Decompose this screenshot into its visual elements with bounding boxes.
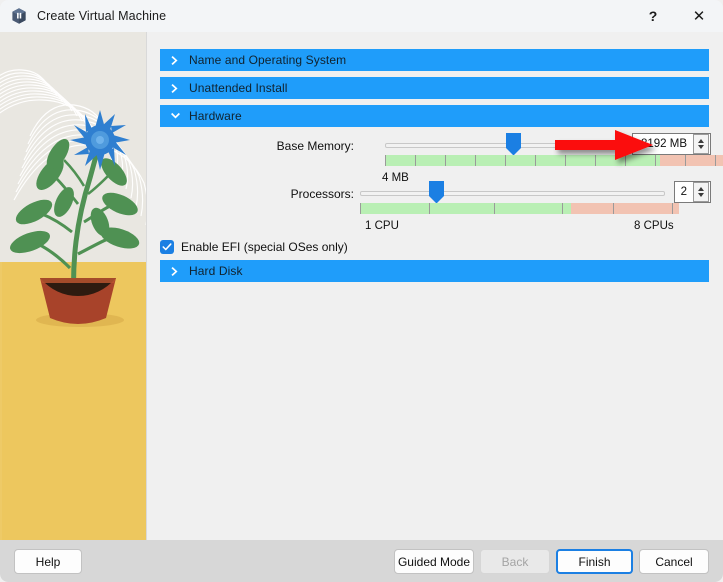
processors-max-label: 8 CPUs: [634, 220, 674, 232]
scale-tick: [715, 155, 716, 166]
back-button: Back: [480, 549, 550, 574]
scale-tick: [429, 203, 430, 214]
scale-tick: [494, 203, 495, 214]
cancel-button[interactable]: Cancel: [639, 549, 709, 574]
scale-tick: [565, 155, 566, 166]
chevron-right-icon: [171, 266, 178, 276]
scale-green-segment: [360, 203, 571, 214]
scale-tick: [535, 155, 536, 166]
enable-efi-checkbox[interactable]: [160, 239, 174, 254]
chevron-right-icon: [171, 55, 178, 65]
enable-efi-row[interactable]: Enable EFI (special OSes only): [160, 238, 348, 255]
help-button[interactable]: Help: [14, 549, 82, 574]
scale-tick: [505, 155, 506, 166]
dialog-button-bar: Help Guided Mode Back Finish Cancel: [0, 540, 723, 582]
stepper-down-icon[interactable]: [698, 193, 704, 197]
create-virtual-machine-dialog: Create Virtual Machine ? ✕ Name and Oper…: [0, 0, 723, 582]
scale-tick: [672, 203, 673, 214]
wizard-content: Name and Operating System Unattended Ins…: [147, 32, 723, 540]
section-header-unattended-install[interactable]: Unattended Install: [160, 77, 709, 99]
illustration-panel: [0, 32, 147, 540]
scale-tick: [475, 155, 476, 166]
section-label: Unattended Install: [189, 81, 288, 95]
stepper-up-icon[interactable]: [698, 139, 704, 143]
section-label: Name and Operating System: [189, 53, 347, 67]
enable-efi-label: Enable EFI (special OSes only): [181, 239, 348, 254]
title-bar: Create Virtual Machine ? ✕: [0, 0, 723, 32]
stepper-down-icon[interactable]: [698, 145, 704, 149]
guided-mode-button[interactable]: Guided Mode: [394, 549, 474, 574]
processors-slider-groove[interactable]: [360, 191, 665, 196]
checkmark-icon: [162, 242, 172, 250]
stepper-up-icon[interactable]: [698, 187, 704, 191]
base-memory-spinbox[interactable]: 8192 MB: [632, 133, 711, 155]
base-memory-min-label: 4 MB: [382, 172, 409, 184]
base-memory-label: Base Memory:: [276, 139, 354, 153]
section-header-hardware[interactable]: Hardware: [160, 105, 709, 127]
section-header-hard-disk[interactable]: Hard Disk: [160, 260, 709, 282]
processors-scale-band: [360, 203, 679, 214]
scale-tick: [613, 203, 614, 214]
scale-tick: [655, 155, 656, 166]
chevron-right-icon: [171, 83, 178, 93]
window-title: Create Virtual Machine: [37, 9, 167, 23]
section-label: Hard Disk: [189, 264, 243, 278]
finish-button[interactable]: Finish: [556, 549, 633, 574]
scale-tick: [360, 203, 361, 214]
scale-tick: [625, 155, 626, 166]
processors-value: 2: [680, 186, 687, 198]
scale-tick: [445, 155, 446, 166]
base-memory-slider-handle[interactable]: [505, 133, 522, 156]
scale-salmon-segment: [660, 155, 723, 166]
flower-pot-icon: [10, 110, 140, 327]
base-memory-slider-groove[interactable]: [385, 143, 623, 148]
base-memory-scale-band: [385, 155, 723, 166]
processors-label: Processors:: [290, 187, 354, 201]
scale-tick: [595, 155, 596, 166]
processors-slider-handle[interactable]: [428, 181, 445, 204]
scale-salmon-segment: [571, 203, 679, 214]
processors-min-label: 1 CPU: [365, 220, 399, 232]
section-label: Hardware: [189, 109, 242, 123]
base-memory-stepper[interactable]: [693, 134, 709, 154]
scale-tick: [562, 203, 563, 214]
help-icon-button[interactable]: ?: [630, 0, 676, 32]
processors-spinbox[interactable]: 2: [674, 181, 711, 203]
processors-stepper[interactable]: [693, 182, 709, 202]
scale-green-segment: [385, 155, 660, 166]
virtualbox-cube-icon: [12, 8, 26, 24]
close-icon[interactable]: ✕: [676, 0, 722, 32]
scale-tick: [415, 155, 416, 166]
base-memory-value: 8192 MB: [640, 138, 687, 150]
scale-tick: [385, 155, 386, 166]
section-header-name-os[interactable]: Name and Operating System: [160, 49, 709, 71]
scale-tick: [685, 155, 686, 166]
chevron-down-icon: [171, 112, 180, 119]
